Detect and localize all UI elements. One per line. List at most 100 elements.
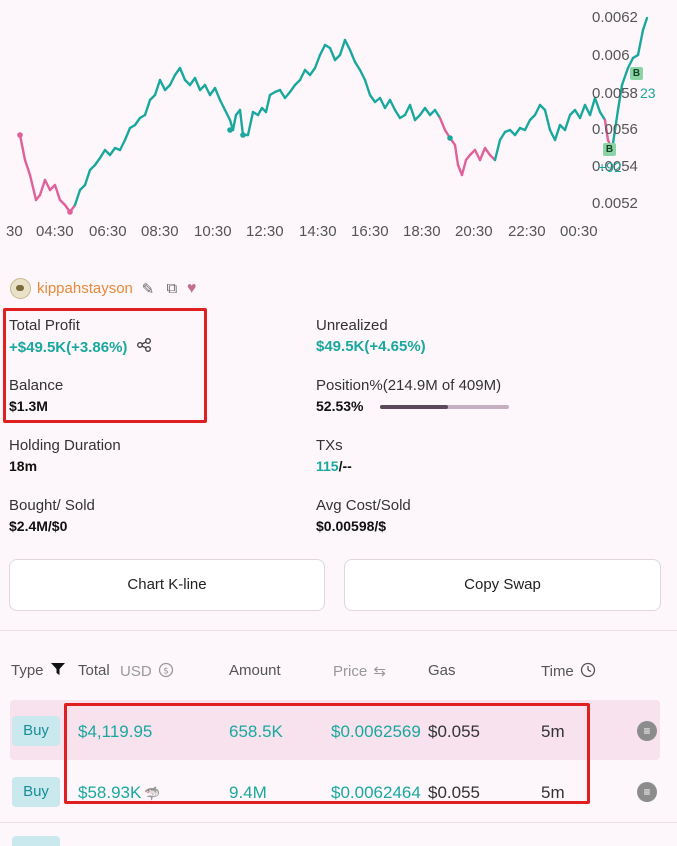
- col-gas[interactable]: Gas: [428, 662, 456, 679]
- price-line-segment: [313, 53, 322, 70]
- trade-point[interactable]: [17, 132, 23, 138]
- row-menu-icon[interactable]: ≡: [637, 721, 657, 741]
- col-total[interactable]: Total: [78, 662, 110, 679]
- price-line-segment: [218, 98, 227, 112]
- price-line-segment: [533, 103, 542, 117]
- col-usd-toggle[interactable]: USD $: [120, 662, 174, 682]
- col-price-label: Price: [333, 663, 368, 680]
- position-progress-fill: [380, 405, 448, 409]
- price-line-segment: [298, 68, 307, 82]
- price-line-segment: [23, 158, 32, 177]
- avg-cost-label: Avg Cost/Sold: [316, 497, 411, 514]
- y-tick-label: 0.0062: [592, 9, 638, 26]
- price-line-segment: [213, 86, 222, 102]
- total-profit-value: +$49.5K(+3.86%): [9, 338, 152, 356]
- price-line-segment: [168, 73, 177, 87]
- price-line-segment: [238, 108, 245, 137]
- col-type[interactable]: Type: [11, 662, 66, 680]
- buy-marker[interactable]: B: [603, 143, 616, 156]
- price-line-segment: [641, 16, 649, 32]
- price-line-segment: [153, 78, 162, 97]
- txs-rest: /--: [338, 458, 352, 474]
- price-line-segment: [98, 148, 107, 160]
- avg-cost: Avg Cost/Sold $0.00598/$: [316, 497, 411, 534]
- price-line-segment: [636, 28, 645, 57]
- x-tick-label: 18:30: [403, 223, 441, 240]
- heart-icon[interactable]: ♥: [187, 280, 197, 298]
- price-line-segment: [343, 38, 352, 52]
- price-line-segment: [53, 183, 62, 202]
- edit-icon[interactable]: ✎: [139, 280, 157, 298]
- price-line-segment: [483, 146, 492, 157]
- copy-swap-button[interactable]: Copy Swap: [344, 559, 661, 611]
- price-line-segment: [620, 66, 630, 87]
- price-line-segment: [43, 178, 52, 192]
- trade-point[interactable]: [67, 209, 73, 215]
- price-line-segment: [108, 146, 117, 157]
- share-icon[interactable]: [136, 338, 152, 356]
- txs-buys[interactable]: 115: [316, 458, 339, 474]
- price-line-segment: [460, 158, 468, 177]
- price-line-segment: [598, 110, 607, 122]
- price-chart[interactable]: 0.0062 0.006 0.0058 0.0056 0.0054 0.0052…: [0, 0, 677, 250]
- price-line-segment: [348, 48, 357, 64]
- y-tick-label: 0.0058: [592, 85, 638, 102]
- copy-icon[interactable]: ⧉: [163, 280, 181, 297]
- y-tick-label: 0.0056: [592, 121, 638, 138]
- x-tick-label: 08:30: [141, 223, 179, 240]
- row-divider: [0, 822, 677, 823]
- price-line-segment: [193, 76, 202, 92]
- price-line-segment: [383, 98, 392, 110]
- price-line-segment: [478, 146, 487, 162]
- price-line-segment: [264, 93, 272, 114]
- price-line-segment: [358, 68, 367, 82]
- balance-value: $1.3M: [9, 398, 48, 414]
- col-price[interactable]: Price ⇆: [333, 662, 386, 680]
- price-line-segment: [118, 138, 127, 152]
- y-tick-label: 0.006: [592, 47, 630, 64]
- buy-marker-value: +92: [598, 159, 622, 175]
- avatar[interactable]: [10, 278, 31, 299]
- price-line-segment: [123, 126, 132, 142]
- unrealized-value: $49.5K(+4.65%): [316, 338, 426, 355]
- row-menu-icon[interactable]: ≡: [637, 782, 657, 802]
- x-tick-label: 00:30: [560, 223, 598, 240]
- price-line-segment: [408, 103, 417, 122]
- x-tick-label: 06:30: [89, 223, 127, 240]
- price-line-segment: [203, 83, 212, 97]
- price-line-segment: [388, 98, 397, 112]
- col-time[interactable]: Time: [541, 662, 596, 682]
- x-tick-label: 20:30: [455, 223, 493, 240]
- price-line-segment: [513, 126, 522, 137]
- wallet-username[interactable]: kippahstayson: [37, 280, 133, 297]
- price-line-segment: [278, 88, 287, 100]
- x-tick-label: 10:30: [194, 223, 232, 240]
- holding-duration: Holding Duration 18m: [9, 437, 121, 474]
- price-line-segment: [318, 43, 327, 57]
- holding-duration-label: Holding Duration: [9, 437, 121, 454]
- col-amount[interactable]: Amount: [229, 662, 281, 679]
- swap-arrows-icon[interactable]: ⇆: [373, 663, 386, 680]
- col-type-label: Type: [11, 662, 44, 679]
- total-profit-amount: +$49.5K(+3.86%): [9, 339, 128, 356]
- price-line-segment: [338, 38, 347, 57]
- price-line-segment: [378, 96, 387, 110]
- price-line-segment: [246, 110, 255, 137]
- clock-icon[interactable]: [580, 662, 596, 682]
- price-line-segment: [498, 130, 507, 142]
- trade-point[interactable]: [447, 135, 453, 141]
- price-line-segment: [158, 78, 167, 92]
- buy-marker[interactable]: B: [630, 67, 643, 80]
- price-line-segment: [368, 93, 377, 104]
- price-line-segment: [18, 133, 27, 162]
- price-line-segment: [353, 60, 362, 72]
- txs-value: 115/--: [316, 458, 352, 474]
- chart-kline-button[interactable]: Chart K-line: [9, 559, 325, 611]
- unrealized-label: Unrealized: [316, 317, 388, 334]
- trade-point[interactable]: [227, 127, 233, 133]
- trade-point[interactable]: [240, 132, 246, 138]
- filter-icon[interactable]: [50, 662, 66, 680]
- price-line-segment: [553, 123, 562, 142]
- currency-swap-icon[interactable]: $: [158, 662, 174, 682]
- x-tick-label: 14:30: [299, 223, 337, 240]
